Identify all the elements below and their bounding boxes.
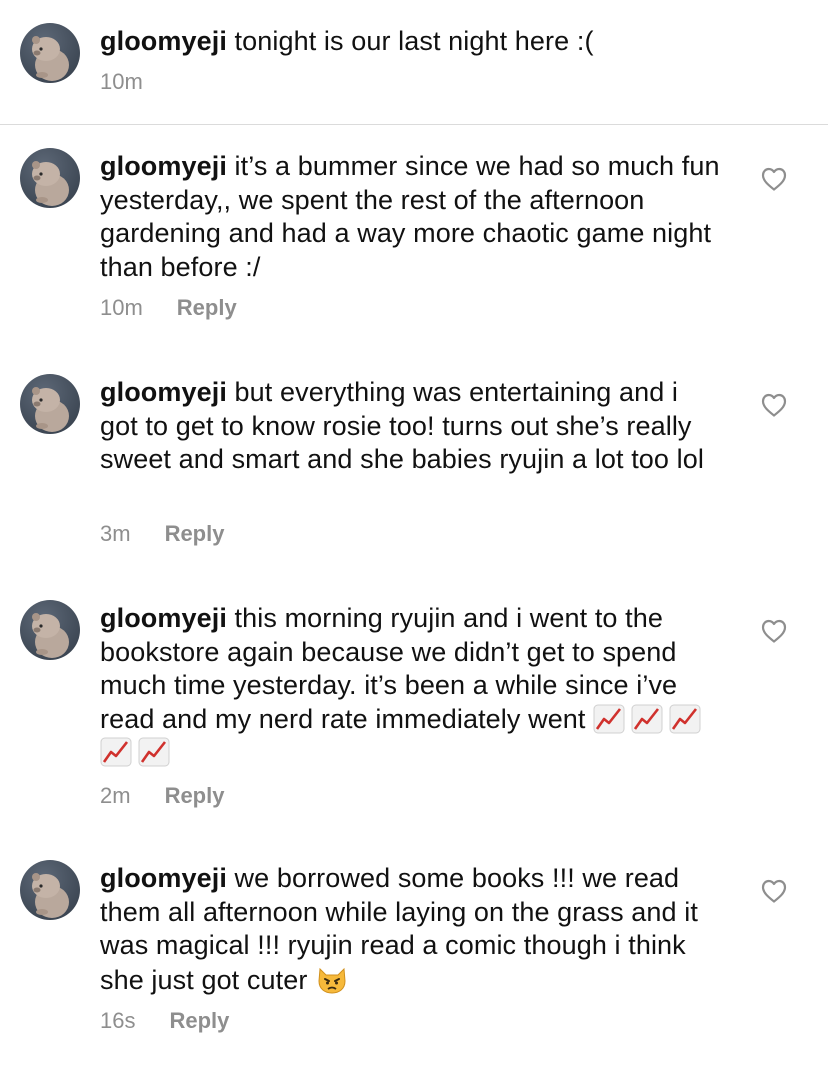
avatar[interactable]: [20, 23, 80, 83]
divider: [0, 124, 828, 125]
comment-meta: 3m Reply: [100, 521, 224, 547]
bear-avatar-icon: [32, 613, 69, 658]
reply-button[interactable]: Reply: [177, 295, 237, 320]
comment-meta: 2m Reply: [100, 783, 224, 809]
timestamp: 2m: [100, 783, 131, 808]
username[interactable]: gloomyeji: [100, 26, 227, 56]
reply-button[interactable]: Reply: [165, 521, 225, 546]
avatar[interactable]: [20, 374, 80, 434]
heart-outline-icon[interactable]: [760, 392, 788, 418]
chart-increasing-emoji: [100, 737, 132, 767]
chart-increasing-emoji: [138, 737, 170, 767]
chart-increasing-emoji: [631, 704, 663, 733]
comment-meta: 10m Reply: [100, 295, 237, 321]
comment-text: gloomyeji we borrowed some books !!! we …: [100, 863, 698, 995]
comment-text: gloomyeji this morning ryujin and i went…: [100, 602, 720, 770]
timestamp: 10m: [100, 69, 143, 94]
timestamp: 3m: [100, 521, 131, 546]
timestamp: 16s: [100, 1008, 136, 1033]
comment-meta: 16s Reply: [100, 1008, 229, 1034]
comment-meta: 10m: [100, 69, 143, 95]
bear-avatar-icon: [32, 161, 69, 206]
avatar[interactable]: [20, 600, 80, 660]
timestamp: 10m: [100, 295, 143, 320]
bear-avatar-icon: [32, 387, 69, 432]
heart-outline-icon[interactable]: [760, 618, 788, 644]
comment-text: gloomyeji but everything was entertainin…: [100, 377, 704, 474]
avatar[interactable]: [20, 860, 80, 920]
bear-avatar-icon: [32, 873, 69, 918]
reply-button[interactable]: Reply: [169, 1008, 229, 1033]
username[interactable]: gloomyeji: [100, 151, 227, 181]
heart-outline-icon[interactable]: [760, 166, 788, 192]
username[interactable]: gloomyeji: [100, 863, 227, 893]
reply-button[interactable]: Reply: [165, 783, 225, 808]
chart-increasing-emoji: [669, 704, 701, 733]
pouting-cat-emoji: [318, 967, 346, 994]
chart-increasing-emoji: [593, 704, 625, 733]
username[interactable]: gloomyeji: [100, 377, 227, 407]
bear-avatar-icon: [32, 36, 69, 81]
avatar[interactable]: [20, 148, 80, 208]
heart-outline-icon[interactable]: [760, 878, 788, 904]
username[interactable]: gloomyeji: [100, 603, 227, 633]
comment-text: gloomyeji it’s a bummer since we had so …: [100, 151, 720, 282]
comment-text: gloomyeji tonight is our last night here…: [100, 26, 594, 56]
